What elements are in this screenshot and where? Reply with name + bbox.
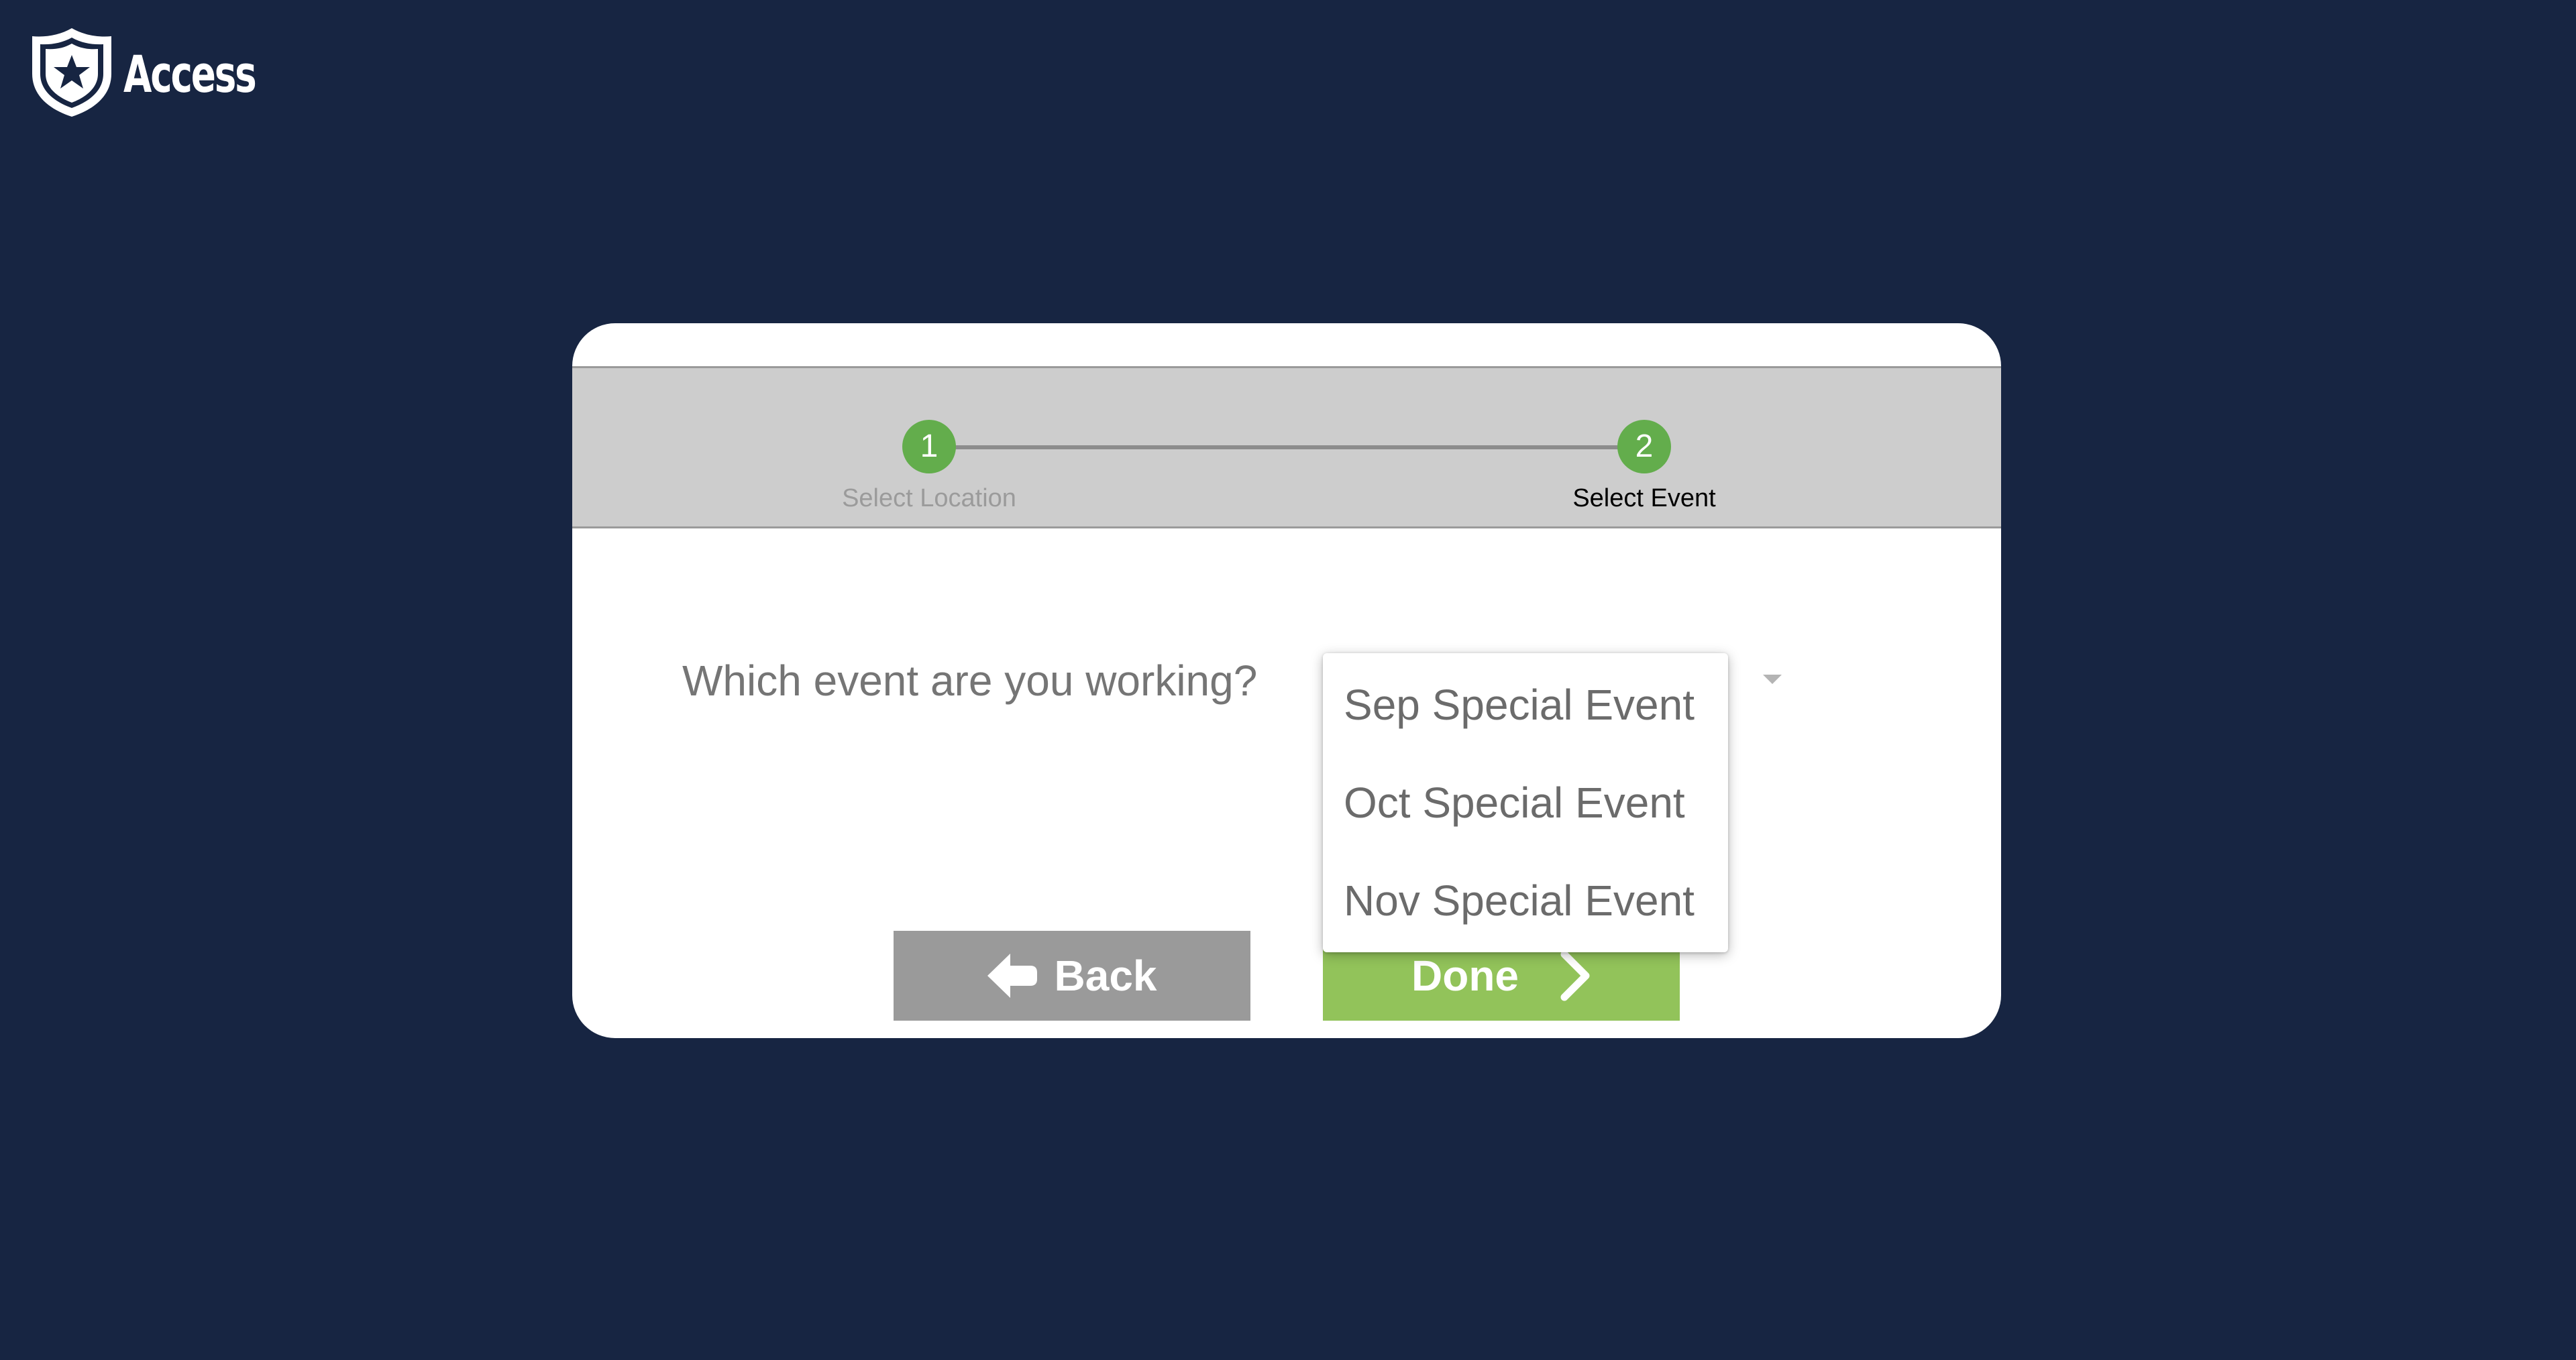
step-2-label: Select Event xyxy=(1572,484,1716,512)
back-button[interactable]: Back xyxy=(894,931,1250,1021)
event-option[interactable]: Sep Special Event xyxy=(1323,656,1728,754)
event-dropdown-menu: Sep Special Event Oct Special Event Nov … xyxy=(1323,653,1728,952)
stepper-connector xyxy=(929,445,1644,449)
step-2-circle: 2 xyxy=(1617,420,1671,473)
stepper: 1 Select Location 2 Select Event xyxy=(572,366,2001,528)
app-logo: Access xyxy=(27,25,307,123)
step-1-circle: 1 xyxy=(902,420,956,473)
event-question-label: Which event are you working? xyxy=(682,657,1258,705)
back-button-label: Back xyxy=(1054,952,1157,1000)
caret-down-icon[interactable] xyxy=(1763,675,1782,684)
chevron-right-icon xyxy=(1559,950,1591,1001)
app-name: Access xyxy=(123,44,257,104)
event-option[interactable]: Oct Special Event xyxy=(1323,754,1728,852)
step-1-label: Select Location xyxy=(842,484,1016,512)
event-option[interactable]: Nov Special Event xyxy=(1323,852,1728,950)
done-button-label: Done xyxy=(1411,952,1519,1000)
arrow-left-icon xyxy=(987,952,1038,999)
shield-star-icon xyxy=(27,25,117,123)
setup-card: 1 Select Location 2 Select Event Which e… xyxy=(572,323,2001,1038)
